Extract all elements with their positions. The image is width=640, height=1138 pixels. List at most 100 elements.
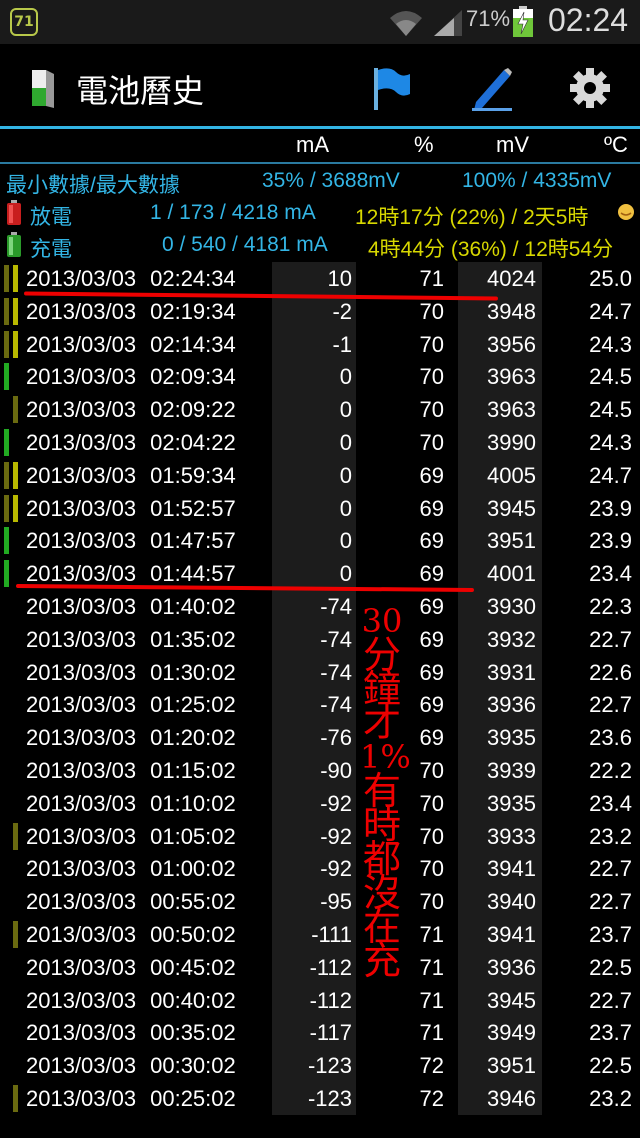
row-date: 2013/03/03 xyxy=(26,725,137,751)
history-row[interactable]: 2013/03/03 00:25:02 -123 72 3946 23.2 xyxy=(0,1082,640,1115)
row-datetime: 2013/03/03 02:14:34 xyxy=(26,328,236,361)
history-row[interactable]: 2013/03/03 01:52:57 0 69 3945 23.9 xyxy=(0,491,640,525)
row-time: 01:25:02 xyxy=(150,692,236,718)
row-time: 00:30:02 xyxy=(150,1053,236,1079)
row-temperature: 23.9 xyxy=(589,528,632,554)
battery-percent: 71% xyxy=(466,6,511,31)
history-row[interactable]: 2013/03/03 02:09:22 0 70 3963 24.5 xyxy=(0,393,640,427)
history-row[interactable]: 2013/03/03 01:47:57 0 69 3951 23.9 xyxy=(0,524,640,558)
row-time: 02:09:22 xyxy=(150,397,236,423)
row-voltage-mv: 3931 xyxy=(458,655,542,689)
row-date: 2013/03/03 xyxy=(26,1020,137,1046)
row-voltage-mv: 3935 xyxy=(458,786,542,820)
row-temperature: 24.7 xyxy=(589,298,632,324)
row-date: 2013/03/03 xyxy=(26,626,137,652)
charge-state-indicator xyxy=(4,265,9,292)
history-row[interactable]: 2013/03/03 02:09:34 0 70 3963 24.5 xyxy=(0,360,640,394)
row-temperature: 25.0 xyxy=(589,266,632,291)
history-row[interactable]: 2013/03/03 01:20:02 -76 69 3935 23.6 xyxy=(0,721,640,755)
row-datetime: 2013/03/03 01:00:02 xyxy=(26,852,236,885)
row-temperature: 22.7 xyxy=(589,987,632,1013)
discharge-time: 12時17分 (22%) / 2天5時 xyxy=(355,206,589,229)
edit-icon[interactable] xyxy=(466,62,516,112)
history-row[interactable]: 2013/03/03 02:19:34 -2 70 3948 24.7 xyxy=(0,294,640,328)
history-row[interactable]: 2013/03/03 00:35:02 -117 71 3949 23.7 xyxy=(0,1016,640,1050)
history-row[interactable]: 2013/03/03 00:45:02 -112 71 3936 22.5 xyxy=(0,950,640,984)
column-header-temp: ºC xyxy=(604,132,628,157)
sun-icon xyxy=(618,204,634,220)
discharge-label: 放電 xyxy=(30,206,72,229)
row-date: 2013/03/03 xyxy=(26,364,137,390)
max-value: 100% / 4335mV xyxy=(462,169,612,192)
row-percent: 69 xyxy=(419,495,444,521)
history-row[interactable]: 2013/03/03 01:05:02 -92 70 3933 23.2 xyxy=(0,819,640,853)
row-datetime: 2013/03/03 01:15:02 xyxy=(26,754,236,787)
history-row[interactable]: 2013/03/03 00:40:02 -112 71 3945 22.7 xyxy=(0,983,640,1017)
battery-app-icon[interactable] xyxy=(30,68,56,108)
history-row[interactable]: 2013/03/03 01:59:34 0 69 4005 24.7 xyxy=(0,458,640,492)
row-temperature: 24.3 xyxy=(589,430,632,455)
history-row[interactable]: 2013/03/03 01:30:02 -74 69 3931 22.6 xyxy=(0,655,640,689)
row-percent: 69 xyxy=(419,528,444,554)
row-voltage-mv: 3956 xyxy=(458,327,542,361)
history-row[interactable]: 2013/03/03 01:35:02 -74 69 3932 22.7 xyxy=(0,622,640,656)
charge-state-indicator xyxy=(13,330,18,358)
row-percent: 71 xyxy=(419,987,444,1013)
row-voltage-mv: 3949 xyxy=(458,1016,542,1050)
row-voltage-mv: 3939 xyxy=(458,754,542,787)
history-row[interactable]: 2013/03/03 00:55:02 -95 70 3940 22.7 xyxy=(0,885,640,919)
flag-icon[interactable] xyxy=(366,64,412,112)
row-current-ma: -123 xyxy=(272,1049,356,1083)
charge-state-indicator xyxy=(4,363,9,391)
row-voltage-mv: 3951 xyxy=(458,1049,542,1083)
row-datetime: 2013/03/03 01:35:02 xyxy=(26,623,236,656)
row-time: 02:04:22 xyxy=(150,430,236,455)
history-row[interactable]: 2013/03/03 01:00:02 -92 70 3941 22.7 xyxy=(0,852,640,886)
settings-gear-icon[interactable] xyxy=(568,66,612,110)
row-time: 01:30:02 xyxy=(150,659,236,685)
row-temperature: 22.7 xyxy=(589,889,632,915)
row-current-ma: 0 xyxy=(272,426,356,459)
row-datetime: 2013/03/03 00:45:02 xyxy=(26,951,236,984)
charge-state-indicator xyxy=(4,429,9,456)
row-current-ma: 10 xyxy=(272,262,356,295)
history-row[interactable]: 2013/03/03 01:10:02 -92 70 3935 23.4 xyxy=(0,786,640,820)
row-current-ma: -112 xyxy=(272,950,356,984)
history-row[interactable]: 2013/03/03 00:50:02 -111 71 3941 23.7 xyxy=(0,918,640,951)
status-bar: 71 71% 02:24 xyxy=(0,0,640,44)
charge-state-indicator xyxy=(4,527,9,555)
header-divider xyxy=(0,162,640,164)
notification-icon[interactable]: 71 xyxy=(10,8,38,36)
page-title: 電池曆史 xyxy=(76,72,205,110)
row-voltage-mv: 3941 xyxy=(458,918,542,951)
row-time: 01:00:02 xyxy=(150,856,236,882)
row-voltage-mv: 4024 xyxy=(458,262,542,295)
history-row[interactable]: 2013/03/03 01:15:02 -90 70 3939 22.2 xyxy=(0,754,640,787)
charge-state-indicator xyxy=(13,265,18,292)
history-row[interactable]: 2013/03/03 02:24:34 10 71 4024 25.0 xyxy=(0,262,640,295)
row-time: 00:40:02 xyxy=(150,987,236,1013)
row-time: 01:52:57 xyxy=(150,495,236,521)
row-datetime: 2013/03/03 00:40:02 xyxy=(26,984,236,1017)
row-voltage-mv: 3963 xyxy=(458,360,542,394)
history-row[interactable]: 2013/03/03 01:25:02 -74 69 3936 22.7 xyxy=(0,688,640,722)
history-row[interactable]: 2013/03/03 02:04:22 0 70 3990 24.3 xyxy=(0,426,640,459)
row-date: 2013/03/03 xyxy=(26,495,137,521)
row-current-ma: -74 xyxy=(272,688,356,722)
charge-state-indicator xyxy=(13,461,18,489)
history-row[interactable]: 2013/03/03 00:30:02 -123 72 3951 22.5 xyxy=(0,1049,640,1083)
minmax-label: 最小數據/最大數據 xyxy=(6,174,180,197)
history-row[interactable]: 2013/03/03 01:40:02 -74 69 3930 22.3 xyxy=(0,590,640,623)
charge-state-indicator xyxy=(4,461,9,489)
row-current-ma: -95 xyxy=(272,885,356,919)
row-current-ma: -1 xyxy=(272,327,356,361)
row-current-ma: -92 xyxy=(272,852,356,886)
row-date: 2013/03/03 xyxy=(26,397,137,423)
row-datetime: 2013/03/03 01:05:02 xyxy=(26,820,236,853)
history-row[interactable]: 2013/03/03 02:14:34 -1 70 3956 24.3 xyxy=(0,327,640,361)
row-date: 2013/03/03 xyxy=(26,659,137,685)
row-temperature: 23.7 xyxy=(589,1020,632,1046)
row-temperature: 23.4 xyxy=(589,790,632,816)
row-current-ma: -117 xyxy=(272,1016,356,1050)
charge-state-indicator xyxy=(13,297,18,325)
